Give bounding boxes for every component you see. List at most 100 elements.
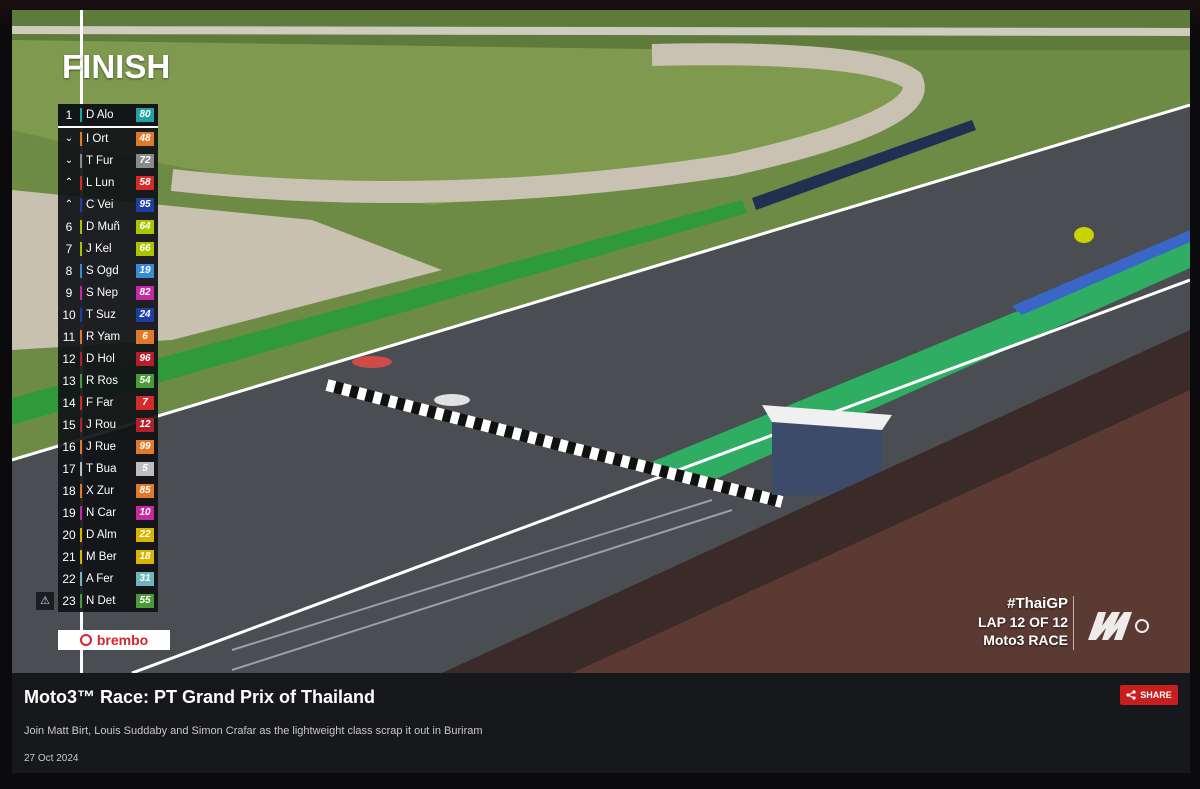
team-color-bar xyxy=(80,484,82,498)
rider-name: D Alm xyxy=(86,529,117,541)
position-number: 16 xyxy=(62,440,76,454)
video-player[interactable]: FINISH 1D Alo 80 ⌄ I Ort 48 ⌄ T Fur 72 ⌃ L Lun 58 ⌃… xyxy=(12,10,1190,673)
leaderboard-row: 17 T Bua 5 xyxy=(58,458,158,480)
rider-name: J Rue xyxy=(86,441,117,453)
rider-number: 10 xyxy=(136,506,154,520)
position-number: 8 xyxy=(65,264,73,278)
rider-name: D Muñ xyxy=(86,221,120,233)
share-button[interactable]: SHARE xyxy=(1120,685,1178,705)
leaderboard-row: 10 T Suz 24 xyxy=(58,304,158,326)
position-number: 9 xyxy=(65,286,73,300)
position-number: 22 xyxy=(62,572,76,586)
publish-date: 27 Oct 2024 xyxy=(24,753,79,764)
position-number: 18 xyxy=(62,484,76,498)
rider-number: 95 xyxy=(136,198,154,212)
hashtag: #ThaiGP xyxy=(1007,595,1068,612)
leaderboard-row: 13 R Ros 54 xyxy=(58,370,158,392)
chevron-down-icon: ⌄ xyxy=(64,155,74,166)
rider-name: N Car xyxy=(86,507,117,519)
position-number: 14 xyxy=(62,396,76,410)
race-label: Moto3 RACE xyxy=(983,632,1068,648)
team-color-bar xyxy=(80,132,82,146)
rider-name: N Det xyxy=(86,595,116,607)
sponsor-label: brembo xyxy=(96,632,149,648)
rider-name: A Fer xyxy=(86,573,114,585)
team-color-bar xyxy=(80,550,82,564)
team-color-bar xyxy=(80,374,82,388)
rider-name: R Yam xyxy=(86,331,121,343)
motogp-logo-icon xyxy=(1084,606,1154,649)
rider-name: X Zur xyxy=(86,485,115,497)
rider-number: 96 xyxy=(136,352,154,366)
team-color-bar xyxy=(80,440,82,454)
chevron-down-icon: ⌄ xyxy=(64,133,74,144)
position-number: 11 xyxy=(62,330,76,344)
team-color-bar xyxy=(80,418,82,432)
rider-name: I Ort xyxy=(86,133,109,145)
position-number: 21 xyxy=(62,550,76,564)
rider-number: 64 xyxy=(136,220,154,234)
rider-name: J Kel xyxy=(86,243,112,255)
rider-name: T Bua xyxy=(86,463,117,475)
position-number: 10 xyxy=(62,308,76,322)
rider-number: 12 xyxy=(136,418,154,432)
team-color-bar xyxy=(80,220,82,234)
rider-number: 55 xyxy=(136,594,154,608)
team-color-bar xyxy=(80,242,82,256)
team-color-bar xyxy=(80,108,82,122)
team-color-bar xyxy=(80,572,82,586)
position-number: 1 xyxy=(65,108,73,122)
team-color-bar xyxy=(80,506,82,520)
finish-label: FINISH xyxy=(62,48,171,85)
team-color-bar xyxy=(80,396,82,410)
rider-name: D Hol xyxy=(86,353,115,365)
position-number: 13 xyxy=(62,374,76,388)
rider-number: 66 xyxy=(136,242,154,256)
leaderboard-row: 18 X Zur 85 xyxy=(58,480,158,502)
rider-name: R Ros xyxy=(86,375,118,387)
leaderboard-row: 14 F Far 7 xyxy=(58,392,158,414)
leaderboard-row: 15 J Rou 12 xyxy=(58,414,158,436)
rider-name: D Alo xyxy=(86,109,114,121)
rider-name: L Lun xyxy=(86,177,115,189)
leaderboard-row: 9 S Nep 82 xyxy=(58,282,158,304)
team-color-bar xyxy=(80,462,82,476)
rider-number: 18 xyxy=(136,550,154,564)
position-number: 7 xyxy=(65,242,73,256)
leaderboard-row: 23 N Det 55 xyxy=(58,590,158,612)
rider-name: T Suz xyxy=(86,309,116,321)
leaderboard: 1D Alo 80 ⌄ I Ort 48 ⌄ T Fur 72 ⌃ L Lun 58 ⌃ C Vei 95… xyxy=(58,104,158,612)
video-info-panel: Moto3™ Race: PT Grand Prix of Thailand J… xyxy=(12,673,1190,773)
position-number: 17 xyxy=(62,462,76,476)
position-number: 23 xyxy=(62,594,76,608)
leaderboard-row: 8 S Ogd 19 xyxy=(58,260,158,282)
rider-name: M Ber xyxy=(86,551,117,563)
lap-counter: LAP 12 OF 12 xyxy=(977,614,1068,630)
leaderboard-row: 16 J Rue 99 xyxy=(58,436,158,458)
team-color-bar xyxy=(80,352,82,366)
position-number: 19 xyxy=(62,506,76,520)
team-color-bar xyxy=(80,198,82,212)
leaderboard-row: ⌃ L Lun 58 xyxy=(58,172,158,194)
rider-number: 7 xyxy=(136,396,154,410)
leaderboard-row: 12 D Hol 96 xyxy=(58,348,158,370)
motogp-logo-graphic xyxy=(1088,612,1149,640)
leaderboard-row: 22 A Fer 31 xyxy=(58,568,158,590)
share-label: SHARE xyxy=(1140,690,1172,700)
leaderboard-row: 1 D Alo 80 xyxy=(58,104,158,128)
rider-name: F Far xyxy=(86,397,114,409)
rider-number: 19 xyxy=(136,264,154,278)
team-color-bar xyxy=(80,154,82,168)
rider-name: S Ogd xyxy=(86,265,119,277)
rider-name: T Fur xyxy=(86,155,114,167)
rider-number: 22 xyxy=(136,528,154,542)
team-color-bar xyxy=(80,594,82,608)
leaderboard-row: 6 D Muñ 64 xyxy=(58,216,158,238)
rider-name: C Vei xyxy=(86,199,114,211)
divider xyxy=(1073,596,1074,650)
rider-number: 58 xyxy=(136,176,154,190)
position-number: 20 xyxy=(62,528,76,542)
video-description: Join Matt Birt, Louis Suddaby and Simon … xyxy=(24,725,483,737)
team-color-bar xyxy=(80,308,82,322)
video-title: Moto3™ Race: PT Grand Prix of Thailand xyxy=(24,687,376,707)
